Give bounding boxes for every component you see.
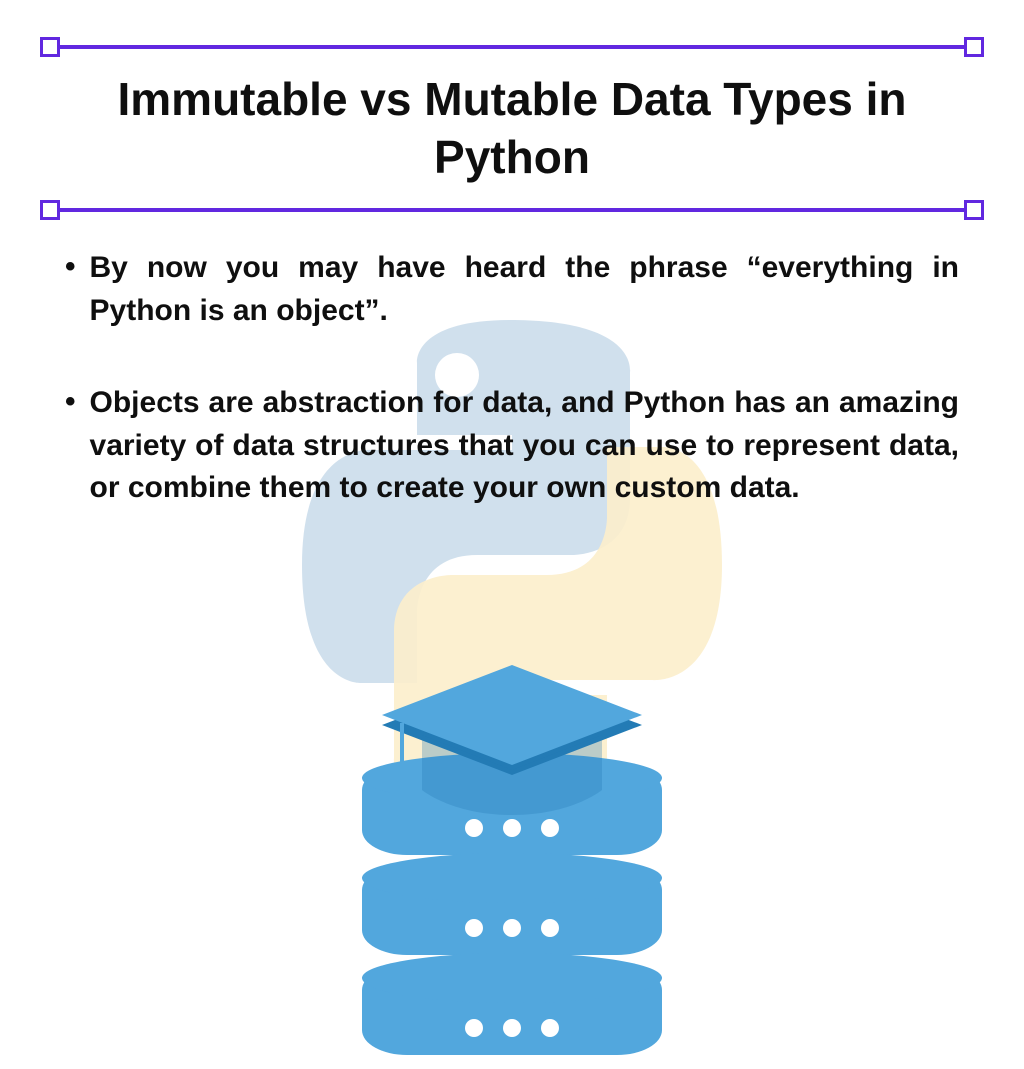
decorative-divider-top <box>50 45 974 49</box>
database-stack-icon <box>342 695 682 1065</box>
graduation-cap-icon <box>372 655 652 825</box>
bullet-text: Objects are abstraction for data, and Py… <box>90 382 959 510</box>
bullet-marker: • <box>65 247 76 332</box>
bullet-text: By now you may have heard the phrase “ev… <box>90 247 959 332</box>
bullet-marker: • <box>65 382 76 510</box>
bullet-item: • By now you may have heard the phrase “… <box>65 247 959 332</box>
page-title: Immutable vs Mutable Data Types in Pytho… <box>0 71 1024 186</box>
content-area: • By now you may have heard the phrase “… <box>0 212 1024 510</box>
bullet-item: • Objects are abstraction for data, and … <box>65 382 959 510</box>
